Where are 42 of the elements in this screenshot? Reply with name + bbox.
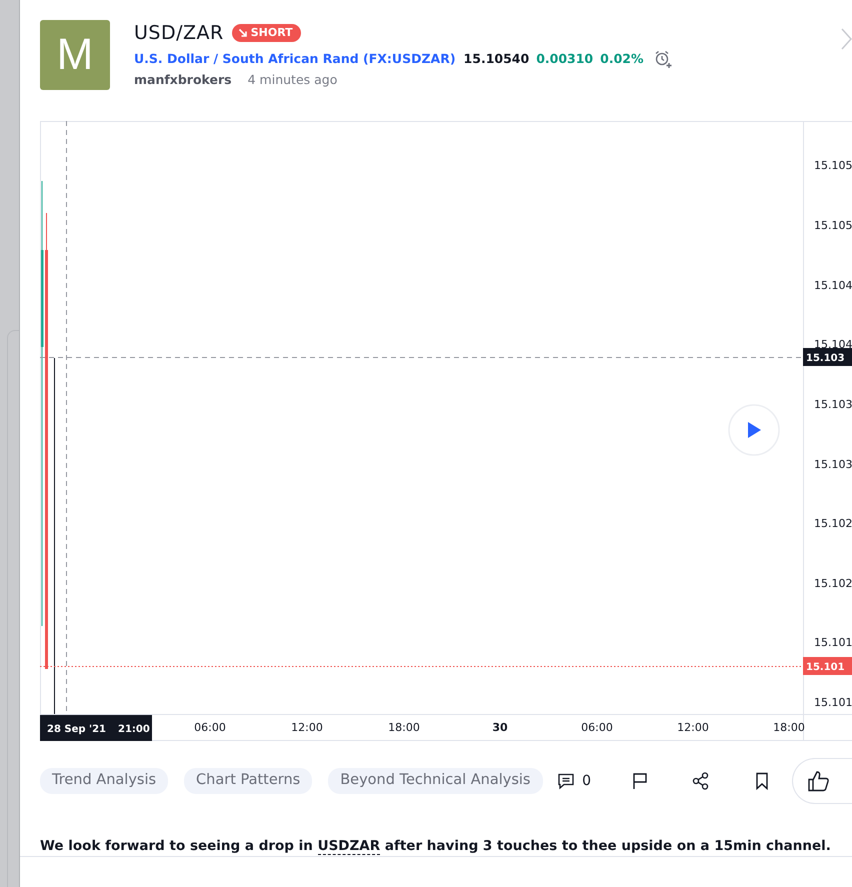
time-axis-label: 30: [492, 721, 508, 734]
date-badge: 28 Sep '21 21:00: [40, 715, 152, 741]
direction-badge: SHORT: [232, 24, 301, 42]
instrument-link[interactable]: U.S. Dollar / South African Rand (FX:USDZAR): [134, 50, 456, 68]
like-button[interactable]: [792, 758, 852, 804]
flag-icon[interactable]: [631, 771, 649, 791]
comments-button[interactable]: 0: [556, 770, 591, 792]
symbol-title[interactable]: USD/ZAR: [134, 21, 224, 45]
price-axis-label: 15.103: [814, 398, 852, 411]
author-name[interactable]: manfxbrokers: [134, 71, 232, 90]
author-avatar[interactable]: M: [40, 20, 110, 90]
time-axis-label: 06:00: [581, 721, 613, 734]
price-change-percent: 0.02%: [600, 50, 644, 68]
comment-icon: [556, 771, 576, 791]
price-axis-label: 15.105: [814, 219, 852, 232]
thumbs-up-icon: [807, 770, 831, 792]
last-price-badge: 15.101: [803, 657, 852, 675]
time-axis-label: 12:00: [291, 721, 323, 734]
time-axis-label: 06:00: [194, 721, 226, 734]
price-axis-label: 15.101: [814, 636, 852, 649]
price: 15.10540: [464, 50, 530, 68]
share-icon[interactable]: [691, 771, 711, 791]
price-axis-label: 15.102: [814, 517, 852, 530]
tag-chip[interactable]: Beyond Technical Analysis: [328, 768, 542, 794]
price-axis-label: 15.101: [814, 696, 852, 709]
price-axis-label: 15.104: [814, 279, 852, 292]
price-axis-label: 15.103: [814, 458, 852, 471]
price-axis-label: 15.104: [814, 338, 852, 351]
tag-chip[interactable]: Chart Patterns: [184, 768, 312, 794]
time-axis-label: 12:00: [677, 721, 709, 734]
play-button[interactable]: [728, 404, 780, 456]
price-axis-label: 15.102: [814, 577, 852, 590]
time-axis-label: 18:00: [773, 721, 805, 734]
bookmark-icon[interactable]: [754, 771, 770, 791]
price-axis-label: 15.105: [814, 159, 852, 172]
idea-description: We look forward to seeing a drop in USDZAR after having 3 touches to thee upside on a 15min channel.: [40, 837, 832, 856]
crosshair-price-badge: 15.103: [803, 348, 852, 366]
time-axis-label: 18:00: [388, 721, 420, 734]
post-time: 4 minutes ago: [248, 71, 338, 89]
symbol-link[interactable]: USDZAR: [318, 838, 380, 855]
price-change: 0.00310: [536, 50, 594, 68]
tag-chip[interactable]: Trend Analysis: [40, 768, 168, 794]
